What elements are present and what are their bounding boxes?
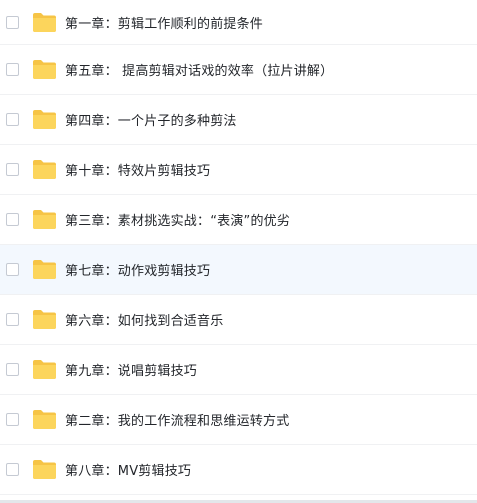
file-row[interactable]: 第三章：素材挑选实战：“表演”的优劣 (0, 195, 477, 245)
row-checkbox[interactable] (6, 63, 19, 76)
row-checkbox[interactable] (6, 313, 19, 326)
row-checkbox[interactable] (6, 163, 19, 176)
folder-name[interactable]: 第七章：动作戏剪辑技巧 (65, 260, 210, 279)
folder-icon (33, 410, 56, 429)
folder-name[interactable]: 第五章： 提高剪辑对话戏的效率（拉片讲解） (65, 60, 333, 79)
row-checkbox[interactable] (6, 15, 19, 29)
file-row[interactable]: 第五章： 提高剪辑对话戏的效率（拉片讲解） (0, 45, 477, 95)
row-checkbox[interactable] (6, 463, 19, 476)
folder-name[interactable]: 第九章：说唱剪辑技巧 (65, 360, 197, 379)
folder-icon (33, 460, 56, 479)
file-row-hovered[interactable]: 第七章：动作戏剪辑技巧 (0, 245, 477, 295)
folder-icon (33, 360, 56, 379)
folder-name[interactable]: 第二章：我的工作流程和思维运转方式 (65, 410, 289, 429)
folder-name[interactable]: 第六章：如何找到合适音乐 (65, 310, 223, 329)
row-checkbox[interactable] (6, 413, 19, 426)
row-checkbox[interactable] (6, 263, 19, 276)
folder-name[interactable]: 第四章：一个片子的多种剪法 (65, 110, 237, 129)
file-row[interactable]: 第四章：一个片子的多种剪法 (0, 95, 477, 145)
file-list: 第一章：剪辑工作顺利的前提条件 第五章： 提高剪辑对话戏的效率（拉片讲解） 第四… (0, 0, 477, 503)
folder-icon (33, 210, 56, 229)
row-checkbox[interactable] (6, 363, 19, 376)
folder-name[interactable]: 第一章：剪辑工作顺利的前提条件 (65, 13, 263, 32)
folder-name[interactable]: 第十章：特效片剪辑技巧 (65, 160, 210, 179)
folder-icon (33, 110, 56, 129)
folder-name[interactable]: 第三章：素材挑选实战：“表演”的优劣 (65, 210, 290, 229)
folder-icon (33, 60, 56, 79)
row-checkbox[interactable] (6, 113, 19, 126)
file-row[interactable]: 第六章：如何找到合适音乐 (0, 295, 477, 345)
file-row[interactable]: 第二章：我的工作流程和思维运转方式 (0, 395, 477, 445)
row-checkbox[interactable] (6, 213, 19, 226)
folder-icon (33, 310, 56, 329)
file-row[interactable]: 第八章：MV剪辑技巧 (0, 445, 477, 495)
folder-icon (33, 12, 56, 32)
file-row[interactable]: 第一章：剪辑工作顺利的前提条件 (0, 0, 477, 45)
folder-icon (33, 260, 56, 279)
file-row[interactable]: 第九章：说唱剪辑技巧 (0, 345, 477, 395)
folder-name[interactable]: 第八章：MV剪辑技巧 (65, 460, 191, 479)
folder-icon (33, 160, 56, 179)
file-row[interactable]: 第十章：特效片剪辑技巧 (0, 145, 477, 195)
